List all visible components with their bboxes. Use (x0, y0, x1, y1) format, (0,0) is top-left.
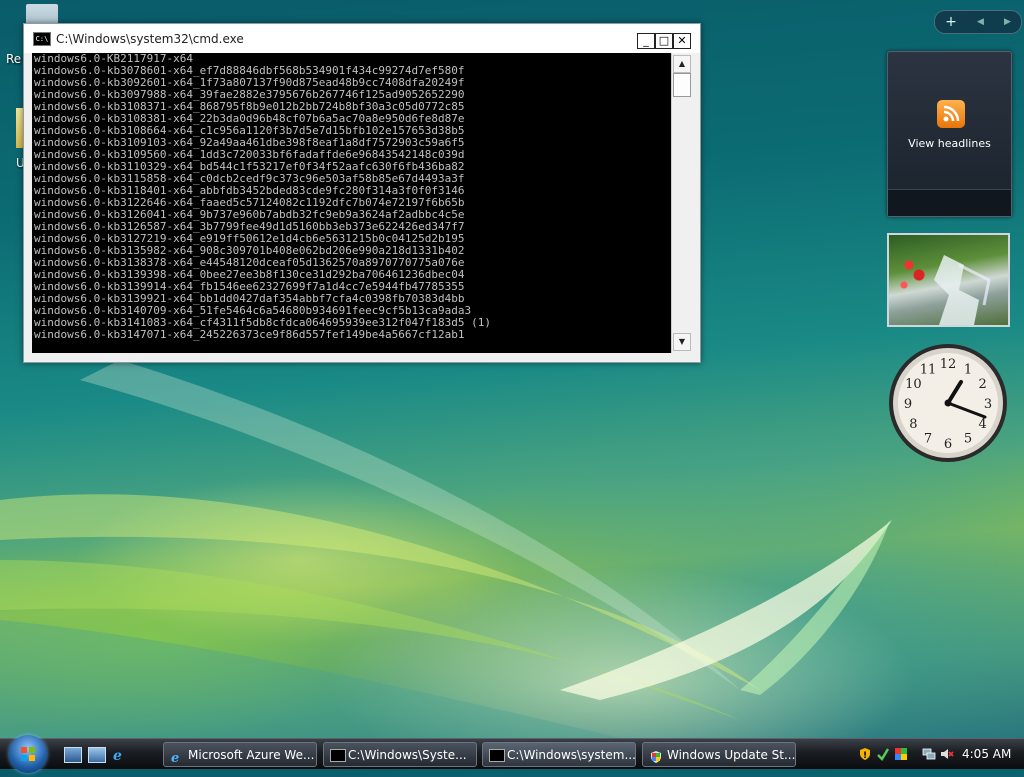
next-gadgets-button[interactable]: ▶ (1004, 17, 1011, 27)
shield-icon (649, 748, 663, 763)
windows-defender-icon[interactable] (894, 746, 908, 760)
cmd-titlebar[interactable]: C:\ C:\Windows\system32\cmd.exe _ □ ✕ (24, 24, 700, 53)
feed-gadget-footer (888, 189, 1011, 216)
view-headlines-label[interactable]: View headlines (888, 137, 1011, 150)
cmd-window[interactable]: C:\ C:\Windows\system32\cmd.exe _ □ ✕ wi… (23, 23, 701, 363)
clock-number: 4 (979, 417, 987, 432)
minimize-button[interactable]: _ (637, 33, 655, 49)
clock-number: 6 (944, 437, 952, 452)
ie-icon: e (170, 748, 184, 766)
svg-text:e: e (113, 748, 122, 763)
start-button[interactable] (9, 735, 47, 773)
clock-face: 12 12 3 45678 9 1011 (889, 344, 1007, 462)
show-desktop-icon[interactable] (64, 747, 82, 763)
taskbar-clock[interactable]: 4:05 AM (962, 747, 1011, 761)
clock-number: 1 (964, 362, 972, 377)
sidebar-toolbar: + ◀ ▶ (934, 10, 1022, 34)
clock-gadget[interactable]: 12 1 2 3 4 5 6 7 8 9 10 11 (887, 342, 1009, 464)
cmd-window-title: C:\Windows\system32\cmd.exe (56, 31, 244, 46)
clock-number: 9 (904, 397, 912, 412)
taskbar-button-label: C:\Windows\system... (507, 748, 636, 762)
console-output[interactable]: windows6.0-KB2117917-x64 windows6.0-kb307… (32, 53, 671, 353)
close-button[interactable]: ✕ (673, 33, 691, 49)
svg-text:!: ! (863, 751, 867, 761)
cmd-icon (489, 749, 505, 762)
taskbar-button-cmd-2[interactable]: C:\Windows\system... (482, 742, 636, 767)
svg-text:e: e (171, 751, 179, 764)
clock-number: 5 (964, 432, 972, 447)
prev-gadgets-button[interactable]: ◀ (977, 17, 984, 27)
rss-icon (937, 100, 965, 128)
windows-logo-icon (21, 747, 35, 761)
clock-number: 11 (920, 362, 937, 377)
volume-muted-icon[interactable] (940, 746, 954, 760)
clock-number: 3 (984, 397, 992, 412)
slideshow-photo (934, 255, 991, 325)
clock-number: 8 (909, 417, 917, 432)
cmd-icon (330, 749, 346, 762)
clock-number: 12 (940, 357, 957, 372)
taskbar-button-label: Windows Update St... (667, 748, 796, 762)
security-alert-icon[interactable]: ! (858, 746, 872, 761)
taskbar-button-label: Microsoft Azure We... (188, 748, 315, 762)
taskbar-button-label: C:\Windows\Syste... (348, 748, 467, 762)
taskbar: e e Microsoft Azure We... C:\Windows\Sys… (0, 735, 1024, 773)
network-icon[interactable] (922, 746, 936, 760)
scroll-up-arrow-icon[interactable]: ▲ (673, 55, 691, 73)
vertical-scrollbar[interactable]: ▲ ▼ (671, 53, 691, 353)
maximize-button[interactable]: □ (655, 33, 673, 49)
cmd-icon: C:\ (33, 31, 51, 46)
internet-explorer-icon[interactable]: e (111, 747, 127, 764)
taskbar-button-cmd-1[interactable]: C:\Windows\Syste... (323, 742, 477, 767)
clock-number: 10 (905, 377, 922, 392)
clock-number: 7 (924, 432, 932, 447)
add-gadget-button[interactable]: + (945, 14, 957, 30)
feed-headlines-gadget[interactable]: View headlines (887, 51, 1012, 217)
update-check-icon[interactable] (876, 746, 890, 762)
slideshow-gadget[interactable] (887, 233, 1010, 327)
taskbar-button-azure[interactable]: e Microsoft Azure We... (163, 742, 317, 767)
switch-windows-icon[interactable] (88, 747, 106, 763)
clock-number: 2 (979, 377, 987, 392)
taskbar-button-windows-update[interactable]: Windows Update St... (642, 742, 796, 767)
scroll-down-arrow-icon[interactable]: ▼ (673, 333, 691, 351)
scroll-thumb[interactable] (673, 73, 691, 97)
console-line: windows6.0-kb3147071-x64_245226373ce9f86… (34, 328, 465, 341)
